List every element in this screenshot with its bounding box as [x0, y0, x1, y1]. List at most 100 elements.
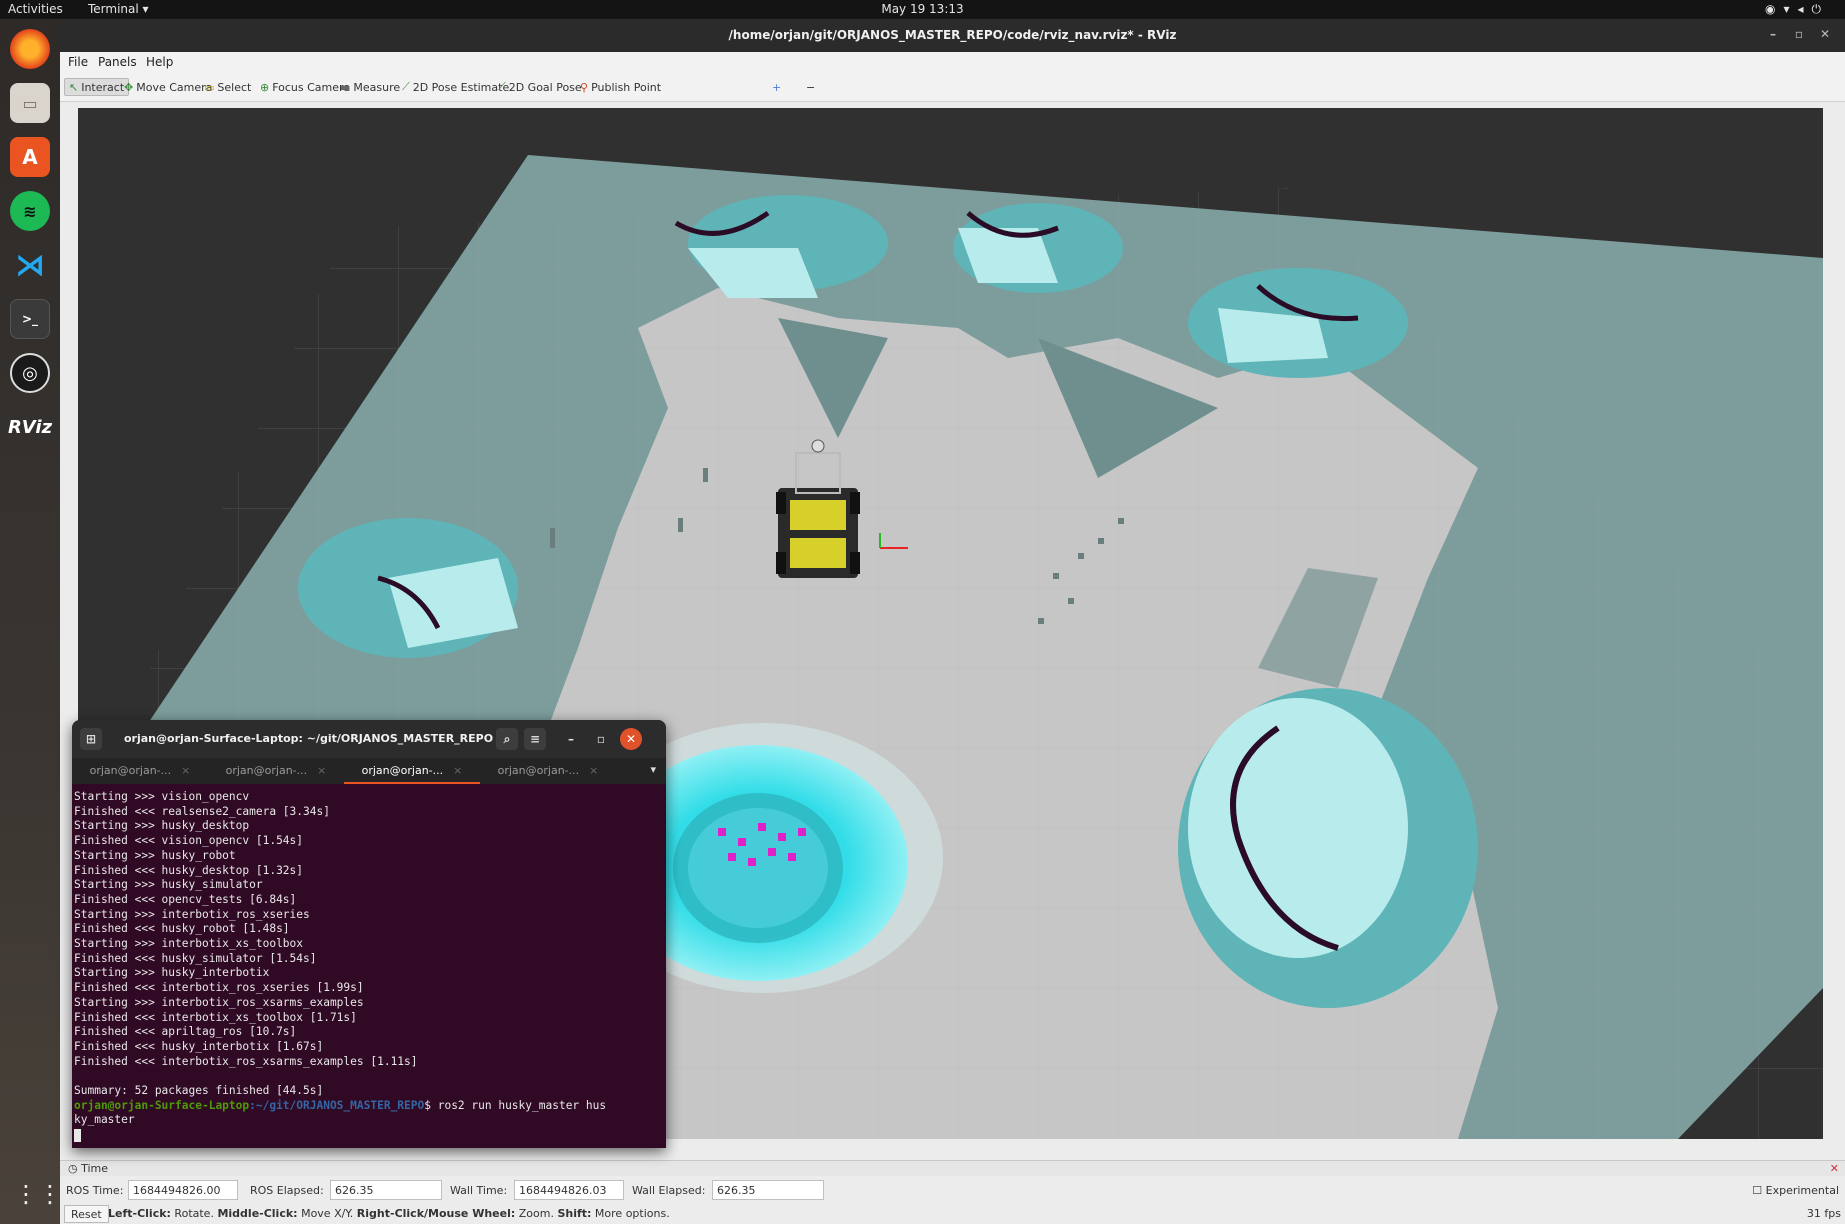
prompt-command: $ ros2 run husky_master hus	[424, 1098, 607, 1112]
terminal-line: Starting >>> vision_opencv	[74, 790, 250, 803]
system-tray[interactable]: ◉▾◂⏻	[1765, 2, 1829, 17]
obs-icon[interactable]: ◎	[10, 353, 50, 393]
terminal-tab-2[interactable]: orjan@orjan-... ×	[208, 758, 344, 784]
terminal-window[interactable]: ⊞ orjan@orjan-Surface-Laptop: ~/git/ORJA…	[72, 720, 666, 1148]
terminal-tab-3[interactable]: orjan@orjan-... ×	[344, 758, 480, 784]
terminal-line: Starting >>> interbotix_ros_xsarms_examp…	[74, 995, 364, 1009]
close-tab-icon[interactable]: ×	[589, 764, 598, 777]
mouse-hint: Left-Click: Rotate. Middle-Click: Move X…	[108, 1207, 670, 1220]
ros-elapsed-field[interactable]: 626.35	[330, 1180, 442, 1200]
activities-button[interactable]: Activities	[8, 2, 63, 16]
menu-file[interactable]: File	[68, 55, 88, 69]
app-menu[interactable]: Terminal ▾	[88, 2, 149, 16]
move-camera-icon: ✥	[124, 80, 134, 94]
status-bar: Reset Left-Click: Rotate. Middle-Click: …	[60, 1204, 1845, 1224]
map-pin-icon: ⚲	[580, 80, 589, 94]
chrome-icon[interactable]: ◉	[1765, 2, 1783, 16]
terminal-title: orjan@orjan-Surface-Laptop: ~/git/ORJANO…	[124, 732, 494, 745]
menu-panels[interactable]: Panels	[98, 55, 137, 69]
ros-time-field[interactable]: 1684494826.00	[128, 1180, 238, 1200]
remove-tool-button[interactable]: −	[802, 78, 819, 96]
terminal-header[interactable]: ⊞ orjan@orjan-Surface-Laptop: ~/git/ORJA…	[72, 720, 666, 758]
terminal-line: Starting >>> husky_simulator	[74, 878, 263, 892]
show-apps-icon[interactable]: ⋮⋮⋮	[14, 1180, 86, 1210]
wall-time-label: Wall Time:	[450, 1184, 508, 1197]
volume-icon: ◂	[1797, 2, 1812, 16]
tool-bar: ↖ Interact ✥ Move Camera ▭ Select ⊕ Focus Ca…	[60, 72, 1845, 102]
terminal-prompt: orjan@orjan-Surface-Laptop:~/git/ORJANOS…	[74, 1099, 664, 1114]
add-tool-button[interactable]: +	[768, 78, 785, 96]
spotify-icon[interactable]: ≋	[10, 191, 50, 231]
goal-arrow-icon: ⟋	[498, 80, 506, 93]
prompt-path: :~/git/ORJANOS_MASTER_REPO	[249, 1098, 425, 1112]
new-tab-icon[interactable]: ⊞	[80, 728, 102, 750]
close-panel-icon[interactable]: ✕	[1830, 1162, 1839, 1175]
terminal-line: Finished <<< husky_robot [1.48s]	[74, 922, 290, 936]
experimental-checkbox[interactable]: ☐ Experimental	[1752, 1184, 1839, 1197]
terminal-icon[interactable]: >_	[10, 299, 50, 339]
time-panel-header: ◷ Time ✕	[60, 1160, 1845, 1176]
time-panel-title: ◷ Time	[68, 1162, 109, 1175]
tabs-dropdown-icon[interactable]: ▾	[650, 763, 656, 776]
window-titlebar[interactable]: /home/orjan/git/ORJANOS_MASTER_REPO/code…	[60, 19, 1845, 52]
prompt-user: orjan@orjan-Surface-Laptop	[74, 1098, 250, 1112]
tool-2d-goal-pose[interactable]: ⟋ 2D Goal Pose	[494, 78, 586, 96]
terminal-line: Starting >>> husky_interbotix	[74, 966, 270, 980]
clock[interactable]: May 19 13:13	[881, 2, 963, 16]
vscode-icon[interactable]: ⋊	[10, 245, 50, 285]
measure-icon: ▬	[340, 80, 351, 94]
terminal-line: Finished <<< vision_opencv [1.54s]	[74, 834, 304, 848]
pose-arrow-icon: ⟋	[402, 80, 410, 93]
menu-help[interactable]: Help	[146, 55, 173, 69]
fps-counter: 31 fps	[1806, 1207, 1841, 1220]
minimize-button[interactable]: –	[1765, 27, 1781, 43]
maximize-terminal-button[interactable]: ▫	[590, 728, 612, 750]
interact-icon: ↖	[69, 80, 79, 94]
hamburger-menu-icon[interactable]: ≡	[524, 728, 546, 750]
close-tab-icon[interactable]: ×	[181, 764, 190, 777]
close-tab-icon[interactable]: ×	[317, 764, 326, 777]
files-icon[interactable]: ▭	[10, 83, 50, 123]
menu-bar: File Panels Help	[60, 52, 1845, 72]
close-window-button[interactable]: ✕	[1817, 27, 1833, 43]
search-icon[interactable]: ⌕	[496, 728, 518, 750]
terminal-tab-4[interactable]: orjan@orjan-... ×	[480, 758, 616, 784]
terminal-line: Finished <<< opencv_tests [6.84s]	[74, 892, 297, 906]
wall-elapsed-label: Wall Elapsed:	[632, 1184, 706, 1197]
terminal-tab-1[interactable]: orjan@orjan-... ×	[72, 758, 208, 784]
close-tab-icon[interactable]: ×	[453, 764, 462, 777]
terminal-line: Summary: 52 packages finished [44.5s]	[74, 1084, 324, 1098]
dock: ▭ A ≋ ⋊ >_ ◎ RViz ⋮⋮⋮	[0, 19, 86, 1224]
tool-publish-point[interactable]: ⚲ Publish Point	[576, 78, 665, 96]
tool-select[interactable]: ▭ Select	[200, 78, 255, 96]
focus-camera-icon: ⊕	[260, 80, 270, 94]
firefox-icon[interactable]	[10, 29, 50, 69]
terminal-line: Finished <<< interbotix_ros_xseries [1.9…	[74, 981, 364, 995]
rviz-icon[interactable]: RViz	[8, 407, 52, 447]
software-icon[interactable]: A	[10, 137, 50, 177]
terminal-output[interactable]: Starting >>> vision_opencv Finished <<< r…	[72, 784, 666, 1143]
close-terminal-button[interactable]: ✕	[620, 728, 642, 750]
wifi-icon: ▾	[1783, 2, 1798, 16]
terminal-line: Finished <<< husky_simulator [1.54s]	[74, 951, 317, 965]
terminal-line: Finished <<< interbotix_ros_xsarms_examp…	[74, 1054, 418, 1068]
system-top-bar: Activities Terminal ▾ May 19 13:13 ◉▾◂⏻	[0, 0, 1845, 19]
terminal-line: ky_master	[74, 1113, 135, 1127]
minimize-terminal-button[interactable]: –	[560, 728, 582, 750]
power-icon: ⏻	[1811, 2, 1829, 16]
tool-measure[interactable]: ▬ Measure	[336, 78, 404, 96]
terminal-line: Starting >>> husky_desktop	[74, 819, 250, 833]
select-icon: ▭	[204, 80, 215, 94]
maximize-button[interactable]: ▫	[1791, 27, 1807, 43]
terminal-line: Finished <<< realsense2_camera [3.34s]	[74, 804, 330, 818]
terminal-line: Starting >>> interbotix_xs_toolbox	[74, 937, 304, 951]
window-title: /home/orjan/git/ORJANOS_MASTER_REPO/code…	[728, 28, 1177, 42]
terminal-line: Starting >>> husky_robot	[74, 848, 236, 862]
reset-button[interactable]: Reset	[64, 1205, 109, 1223]
terminal-cursor	[74, 1128, 81, 1142]
wall-time-field[interactable]: 1684494826.03	[514, 1180, 624, 1200]
terminal-line: Starting >>> interbotix_ros_xseries	[74, 907, 310, 921]
terminal-line: Finished <<< husky_desktop [1.32s]	[74, 863, 304, 877]
wall-elapsed-field[interactable]: 626.35	[712, 1180, 824, 1200]
